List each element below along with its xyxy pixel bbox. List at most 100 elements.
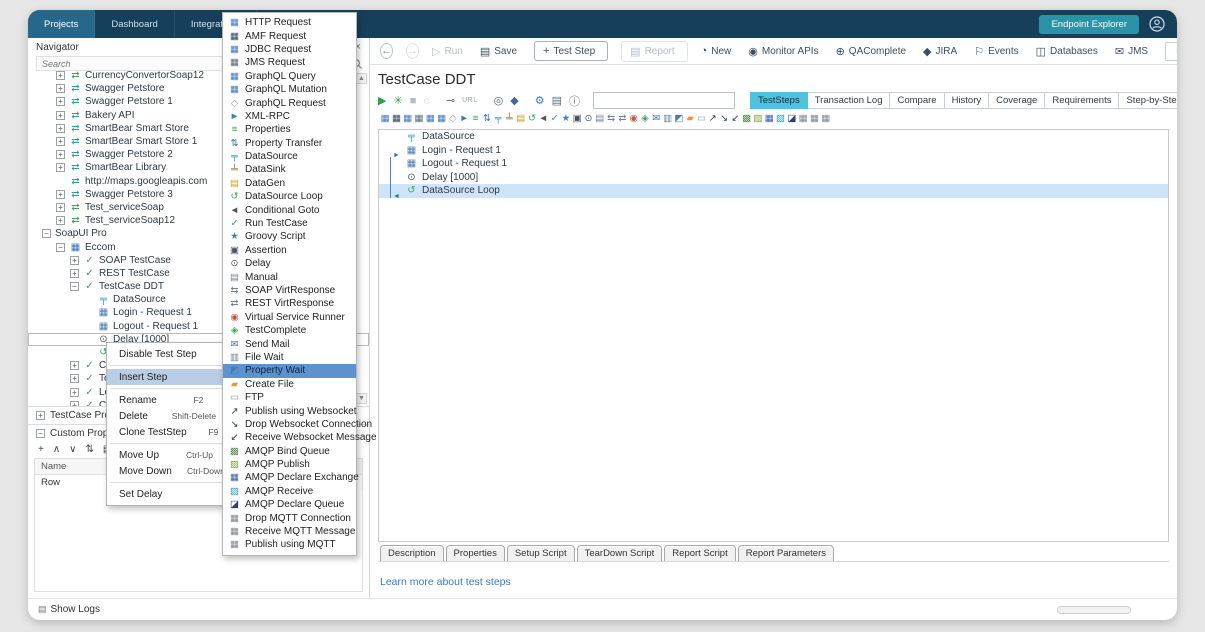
info-button[interactable]: ⓘ bbox=[569, 93, 580, 109]
tree-expander[interactable]: + bbox=[56, 97, 65, 106]
tree-expander[interactable]: + bbox=[56, 163, 65, 172]
step-type-icon[interactable]: ▧ bbox=[775, 113, 785, 124]
step-type-icon[interactable]: ↺ bbox=[527, 113, 537, 124]
report-doc-button[interactable]: ▤ bbox=[552, 94, 562, 107]
insert-step-menu-item[interactable]: ▦ Publish using MQTT bbox=[223, 538, 356, 551]
top-nav-tab[interactable]: Dashboard bbox=[95, 10, 174, 38]
monitor-apis-button[interactable]: ◉ Monitor APIs bbox=[748, 45, 822, 58]
back-button[interactable]: ← bbox=[380, 43, 393, 59]
insert-step-menu-item[interactable]: ▦ AMF Request bbox=[223, 29, 356, 42]
test-step-row[interactable]: ↺ DataSource Loop bbox=[379, 184, 1168, 198]
insert-step-menu-item[interactable]: ★ Groovy Script bbox=[223, 230, 356, 243]
step-type-icon[interactable]: ◪ bbox=[787, 113, 797, 124]
insert-step-menu-item[interactable]: ↺ DataSource Loop bbox=[223, 190, 356, 203]
step-type-icon[interactable]: ▣ bbox=[572, 113, 582, 124]
insert-step-menu-item[interactable]: ▤ Manual bbox=[223, 270, 356, 283]
step-type-icon[interactable]: ▦ bbox=[821, 113, 831, 124]
step-type-icon[interactable]: ▰ bbox=[685, 113, 695, 124]
step-type-icon[interactable]: ▨ bbox=[753, 113, 763, 124]
insert-step-menu-item[interactable]: ◪ AMQP Declare Queue bbox=[223, 498, 356, 511]
insert-step-menu-item[interactable]: ↗ Publish using Websocket bbox=[223, 404, 356, 417]
insert-step-menu-item[interactable]: ▨ AMQP Publish bbox=[223, 458, 356, 471]
context-menu-item[interactable]: Set Delay bbox=[107, 486, 238, 502]
property-move-up-button[interactable]: ∧ bbox=[53, 444, 60, 455]
test-step-row[interactable]: ▦ Login - Request 1 bbox=[379, 144, 1168, 158]
insert-step-menu-item[interactable]: ▦ JMS Request bbox=[223, 56, 356, 69]
detail-tab[interactable]: TearDown Script bbox=[577, 545, 663, 561]
tree-expander[interactable]: − bbox=[70, 282, 79, 291]
top-nav-tab[interactable]: Projects bbox=[28, 10, 95, 38]
test-step-row[interactable]: ▦ Logout - Request 1 bbox=[379, 157, 1168, 171]
context-menu-item[interactable] bbox=[110, 482, 235, 483]
tree-expander[interactable]: + bbox=[56, 84, 65, 93]
url-button[interactable]: URL bbox=[462, 97, 478, 104]
insert-step-menu-item[interactable]: ⊙ Delay bbox=[223, 257, 356, 270]
step-type-icon[interactable]: ▦ bbox=[403, 113, 413, 124]
insert-step-menu-item[interactable]: ↘ Drop Websocket Connection bbox=[223, 418, 356, 431]
tree-expander[interactable]: + bbox=[56, 190, 65, 199]
view-tab[interactable]: Compare bbox=[890, 92, 944, 109]
tree-expander[interactable]: + bbox=[70, 269, 79, 278]
endpoint-input[interactable] bbox=[593, 92, 735, 109]
context-menu-item[interactable]: Insert Step ▸ bbox=[107, 369, 238, 385]
tree-scroll-down-arrow[interactable]: ▼ bbox=[356, 393, 367, 404]
step-type-icon[interactable]: ▤ bbox=[595, 113, 605, 124]
tree-expander[interactable]: + bbox=[70, 388, 79, 397]
context-menu-item[interactable]: Clone TestStep F9 bbox=[107, 424, 238, 440]
auth-button[interactable]: ⊸ bbox=[446, 94, 455, 107]
stop-button[interactable]: ■ bbox=[410, 95, 417, 107]
view-tab[interactable]: Coverage bbox=[989, 92, 1045, 109]
tree-expander[interactable]: + bbox=[70, 374, 79, 383]
insert-step-menu-item[interactable]: ▦ GraphQL Mutation bbox=[223, 83, 356, 96]
step-type-icon[interactable]: ◉ bbox=[629, 113, 639, 124]
run-button[interactable]: ▷ Run bbox=[432, 45, 467, 58]
insert-step-menu-item[interactable]: ▣ Assertion bbox=[223, 244, 356, 257]
endpoint-target-button[interactable]: ◎ bbox=[494, 94, 504, 107]
insert-step-menu-item[interactable]: ▦ AMQP Declare Exchange bbox=[223, 471, 356, 484]
tree-expander[interactable]: + bbox=[70, 361, 79, 370]
run-all-button[interactable]: ✳ bbox=[393, 94, 402, 107]
insert-step-menu-item[interactable]: ↙ Receive Websocket Message bbox=[223, 431, 356, 444]
tree-expander[interactable]: + bbox=[56, 150, 65, 159]
step-type-icon[interactable]: ▦ bbox=[809, 113, 819, 124]
horizontal-scrollbar[interactable] bbox=[1057, 606, 1131, 614]
insert-step-menu-item[interactable]: ▧ AMQP Receive bbox=[223, 485, 356, 498]
insert-step-menu-item[interactable]: ▦ GraphQL Query bbox=[223, 70, 356, 83]
step-type-icon[interactable]: ⇄ bbox=[617, 113, 627, 124]
property-move-down-button[interactable]: ∨ bbox=[69, 444, 76, 455]
step-type-icon[interactable]: ▥ bbox=[662, 113, 672, 124]
tree-expander[interactable]: − bbox=[56, 243, 65, 252]
detail-tab[interactable]: Description bbox=[380, 545, 444, 561]
run-testcase-button[interactable]: ▶ bbox=[378, 94, 386, 107]
detail-tab[interactable]: Properties bbox=[446, 545, 505, 561]
insert-step-menu-item[interactable]: ▦ JDBC Request bbox=[223, 43, 356, 56]
account-icon[interactable] bbox=[1149, 16, 1165, 32]
insert-step-menu-item[interactable]: ⇄ REST VirtResponse bbox=[223, 297, 356, 310]
step-type-icon[interactable]: ✉ bbox=[651, 113, 661, 124]
step-type-icon[interactable]: ► bbox=[459, 113, 469, 124]
view-tab[interactable]: Transaction Log bbox=[808, 92, 891, 109]
insert-step-menu-item[interactable]: ◈ TestComplete bbox=[223, 324, 356, 337]
show-logs-button[interactable]: Show Logs bbox=[51, 604, 100, 615]
insert-step-menu-item[interactable]: ╤ DataSource bbox=[223, 150, 356, 163]
tree-expander[interactable]: − bbox=[42, 229, 51, 238]
step-type-icon[interactable]: ◈ bbox=[640, 113, 650, 124]
step-type-icon[interactable]: ≡ bbox=[470, 113, 480, 124]
tree-scroll-up-arrow[interactable]: ▲ bbox=[356, 73, 367, 84]
view-tab[interactable]: Requirements bbox=[1045, 92, 1119, 109]
tree-expander[interactable]: + bbox=[56, 124, 65, 133]
save-button[interactable]: ▤ Save bbox=[480, 45, 521, 58]
view-tab[interactable]: Step-by-Step Run bbox=[1119, 92, 1177, 109]
insert-step-menu-item[interactable]: ▦ Drop MQTT Connection bbox=[223, 511, 356, 524]
databases-button[interactable]: ◫ Databases bbox=[1036, 45, 1102, 58]
insert-step-menu-item[interactable]: ▰ Create File bbox=[223, 378, 356, 391]
collapse-icon[interactable]: − bbox=[36, 429, 45, 438]
new-button[interactable]: ◔ New bbox=[701, 45, 736, 57]
step-type-icon[interactable]: ◄ bbox=[538, 113, 548, 124]
qacomplete-button[interactable]: ⊕ QAComplete bbox=[836, 45, 910, 58]
forward-button[interactable]: → bbox=[406, 43, 419, 59]
step-type-icon[interactable]: ╤ bbox=[493, 113, 503, 124]
insert-step-menu-item[interactable]: ▩ AMQP Bind Queue bbox=[223, 445, 356, 458]
step-type-icon[interactable]: ⇆ bbox=[606, 113, 616, 124]
step-type-icon[interactable]: ▦ bbox=[425, 113, 435, 124]
